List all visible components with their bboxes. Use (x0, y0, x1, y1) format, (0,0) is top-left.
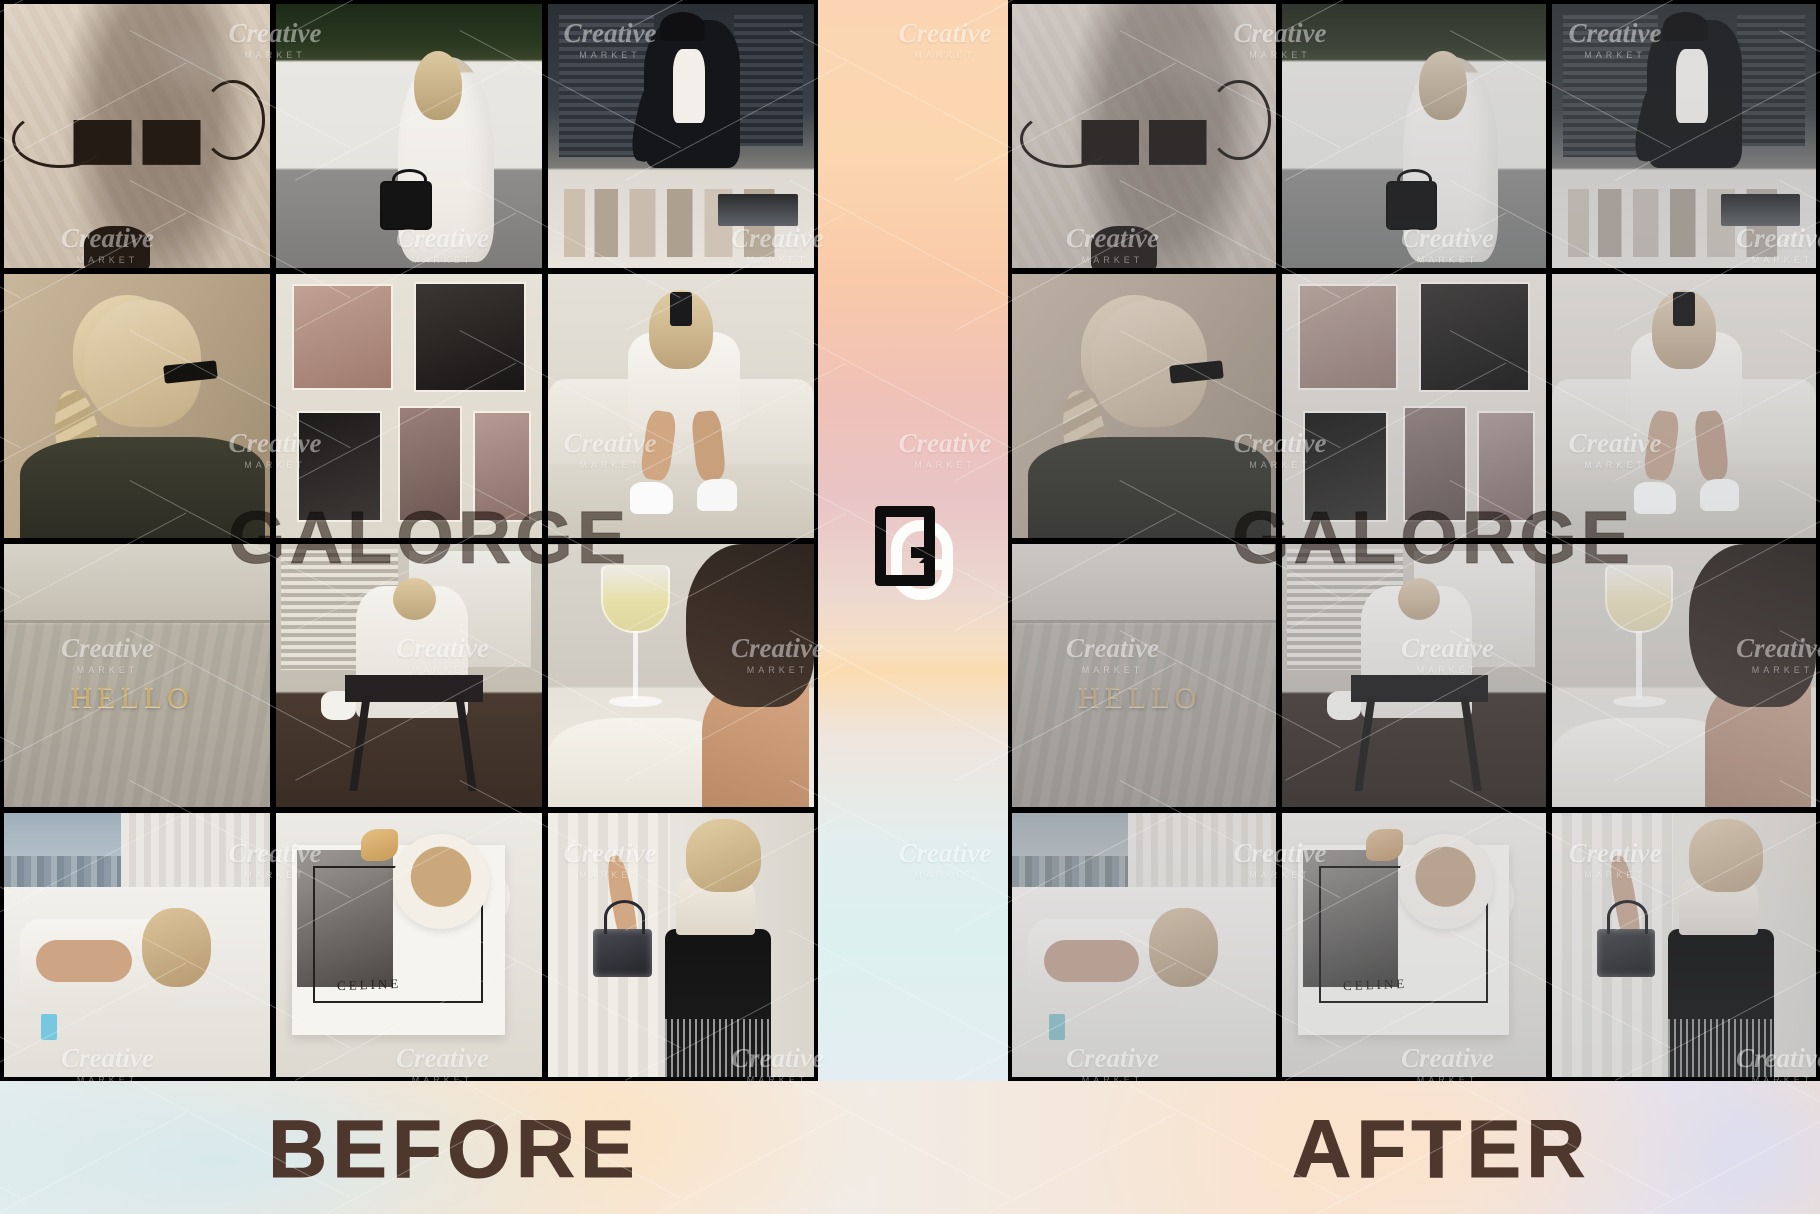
bed-artwork (548, 273, 814, 538)
photo-chair-by-blinds (276, 543, 542, 808)
beach-artwork (1012, 4, 1276, 268)
photo-celine-book-coffee: CELINE (276, 813, 542, 1077)
photo-braid-sunglasses (4, 273, 270, 538)
chair-artwork (276, 543, 542, 808)
celine-artwork: CELINE (276, 813, 542, 1077)
photo-black-dress-bag (548, 813, 814, 1077)
photo-braid-sunglasses (1012, 273, 1276, 538)
photo-hello-concrete-step: HELLO (4, 543, 270, 808)
photo-hello-concrete-step: HELLO (1012, 543, 1276, 808)
photo-wine-glass-bath (548, 543, 814, 808)
celine-artwork: CELINE (1282, 813, 1546, 1077)
caption-after: AFTER (1291, 1104, 1591, 1196)
dress-artwork (548, 813, 814, 1077)
dress-artwork (1552, 813, 1816, 1077)
braid-artwork (1012, 273, 1276, 538)
photo-white-dress-wall (1282, 4, 1546, 268)
hotel-artwork (4, 813, 270, 1077)
hello-artwork: HELLO (4, 543, 270, 808)
photo-celine-book-coffee: CELINE (1282, 813, 1546, 1077)
photo-mirror-selfie-bed (1552, 273, 1816, 538)
desk-artwork (548, 4, 814, 268)
bath-artwork (548, 543, 814, 808)
caption-band: BEFORE AFTER (0, 1081, 1820, 1214)
before-photo-grid: HELLO CELINE (0, 0, 818, 1081)
hotel-artwork (1012, 813, 1276, 1077)
desk-artwork (1552, 4, 1816, 268)
center-divider-strip (818, 0, 1008, 1081)
bed-artwork (1552, 273, 1816, 538)
photo-chair-by-blinds (1282, 543, 1546, 808)
braid-artwork (4, 273, 270, 538)
photo-cap-woman-desk (548, 4, 814, 268)
photo-cap-woman-desk (1552, 4, 1816, 268)
photo-bikini-on-sand (1012, 4, 1276, 268)
beach-artwork (4, 4, 270, 268)
caption-before: BEFORE (268, 1104, 640, 1196)
photo-hotel-bed-city-view (4, 813, 270, 1077)
gallery-artwork (276, 273, 542, 538)
galorge-monogram-logo (865, 500, 961, 604)
screenshot-canvas: HELLO CELINE HELLO CELINE GALORGE GALORGE … (0, 0, 1820, 1214)
after-photo-grid: HELLO CELINE (1008, 0, 1820, 1081)
logo-g-black (875, 506, 935, 586)
celine-text: CELINE (336, 975, 402, 993)
photo-white-dress-wall (276, 4, 542, 268)
photo-gallery-wall-prints (276, 273, 542, 538)
photo-hotel-bed-city-view (1012, 813, 1276, 1077)
wall-artwork (276, 4, 542, 268)
photo-black-dress-bag (1552, 813, 1816, 1077)
wall-artwork (1282, 4, 1546, 268)
celine-text: CELINE (1342, 975, 1408, 993)
photo-gallery-wall-prints (1282, 273, 1546, 538)
hello-text: HELLO (70, 680, 194, 714)
bath-artwork (1552, 543, 1816, 808)
photo-mirror-selfie-bed (548, 273, 814, 538)
hello-text: HELLO (1078, 680, 1202, 714)
photo-wine-glass-bath (1552, 543, 1816, 808)
photo-bikini-on-sand (4, 4, 270, 268)
hello-artwork: HELLO (1012, 543, 1276, 808)
gallery-artwork (1282, 273, 1546, 538)
chair-artwork (1282, 543, 1546, 808)
